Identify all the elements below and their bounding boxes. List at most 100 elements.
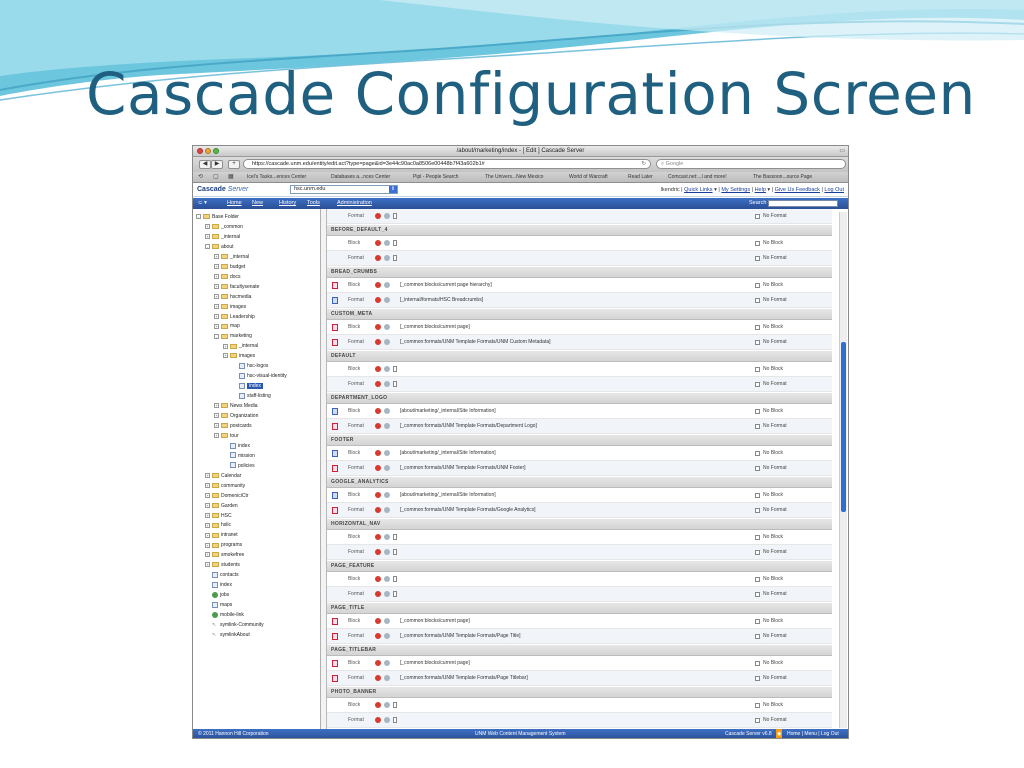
asset-path[interactable]: [about/marketing/_internal/Site Informat… — [400, 404, 496, 419]
no-format-checkbox[interactable] — [755, 382, 760, 387]
asset-path[interactable]: [_common:formats/UNM Template Formats/Go… — [400, 503, 536, 518]
browse-icon[interactable] — [384, 297, 390, 303]
remove-icon[interactable] — [375, 339, 381, 345]
tree-node[interactable]: + _internal — [205, 232, 240, 242]
empty-asset-icon[interactable] — [393, 213, 397, 219]
tree-node[interactable]: + smokefree — [205, 550, 244, 560]
browse-icon[interactable] — [384, 701, 390, 708]
collapse-icon[interactable]: - — [196, 214, 201, 220]
empty-asset-icon[interactable] — [393, 591, 397, 597]
remove-icon[interactable] — [375, 575, 381, 582]
empty-asset-icon[interactable] — [393, 255, 397, 261]
browse-icon[interactable] — [384, 281, 390, 288]
browse-icon[interactable] — [384, 575, 390, 582]
asset-path[interactable]: [_common:formats/UNM Template Formats/UN… — [400, 461, 526, 476]
asset-path[interactable]: [_common:formats/UNM Template Formats/UN… — [400, 335, 551, 350]
no-format-checkbox[interactable] — [755, 634, 760, 639]
expand-icon[interactable]: + — [205, 224, 210, 230]
remove-icon[interactable] — [375, 491, 381, 498]
asset-path[interactable]: [_internal/formats/HSC Breadcrumbs] — [400, 293, 483, 308]
browse-icon[interactable] — [384, 323, 390, 330]
empty-asset-icon[interactable] — [393, 381, 397, 387]
browse-icon[interactable] — [384, 213, 390, 219]
expand-icon[interactable]: + — [223, 353, 228, 359]
no-block-checkbox[interactable] — [755, 534, 760, 540]
tree-node[interactable]: - Base Folder — [196, 212, 239, 222]
asset-path[interactable]: [_common:blocks/current page] — [400, 614, 470, 629]
tree-node[interactable]: + _internal — [214, 252, 249, 262]
cms-search-input[interactable] — [768, 200, 838, 207]
remove-icon[interactable] — [375, 449, 381, 456]
remove-icon[interactable] — [375, 323, 381, 330]
browse-icon[interactable] — [384, 617, 390, 624]
bookmark-link[interactable]: Comcast.net:...l and more! — [668, 172, 727, 182]
tree-node[interactable]: + images — [214, 302, 246, 312]
expand-icon[interactable]: + — [205, 234, 210, 240]
content-scrollbar[interactable] — [839, 212, 847, 728]
browse-icon[interactable] — [384, 449, 390, 456]
remove-icon[interactable] — [375, 633, 381, 639]
no-block-checkbox[interactable] — [755, 324, 760, 330]
expand-icon[interactable]: + — [205, 482, 210, 488]
bookmark-link[interactable]: World of Warcraft — [569, 172, 608, 182]
bookmark-link[interactable]: Pipl - People Search — [413, 172, 459, 182]
no-block-checkbox[interactable] — [755, 492, 760, 498]
remove-icon[interactable] — [375, 591, 381, 597]
tree-node[interactable]: hsc-logos — [232, 361, 268, 371]
expand-icon[interactable]: + — [205, 472, 210, 478]
tree-node[interactable]: index — [223, 441, 250, 451]
expand-icon[interactable]: + — [214, 413, 219, 419]
my-settings-link[interactable]: My Settings — [721, 187, 750, 193]
remove-icon[interactable] — [375, 239, 381, 246]
tree-node[interactable]: + budget — [214, 262, 245, 272]
bookmark-link[interactable]: The Bassoon...ource Page — [753, 172, 812, 182]
expand-icon[interactable]: + — [214, 433, 219, 439]
browse-icon[interactable] — [384, 339, 390, 345]
quick-links-link[interactable]: Quick Links — [684, 187, 712, 193]
logout-link[interactable]: Log Out — [824, 187, 844, 193]
browse-icon[interactable] — [384, 465, 390, 471]
bookmark-link[interactable]: Icel's Tasks...ences Center — [247, 172, 306, 182]
help-link[interactable]: Help — [755, 187, 766, 193]
expand-icon[interactable]: + — [205, 502, 210, 508]
empty-asset-icon[interactable] — [393, 549, 397, 555]
tree-node[interactable]: + programs — [205, 540, 242, 550]
expand-icon[interactable]: + — [214, 273, 219, 279]
expand-icon[interactable]: + — [214, 323, 219, 329]
tree-node[interactable]: + images — [223, 351, 255, 361]
empty-asset-icon[interactable] — [393, 365, 397, 372]
remove-icon[interactable] — [375, 297, 381, 303]
remove-icon[interactable] — [375, 659, 381, 666]
footer-links[interactable]: Home | Menu | Log Out — [787, 729, 839, 738]
browse-icon[interactable] — [384, 675, 390, 681]
resize-icon[interactable]: ▭ — [839, 147, 845, 154]
browse-icon[interactable] — [384, 407, 390, 414]
browse-icon[interactable] — [384, 491, 390, 498]
forward-button[interactable]: ▶ — [211, 160, 223, 169]
no-format-checkbox[interactable] — [755, 256, 760, 261]
no-format-checkbox[interactable] — [755, 214, 760, 219]
tree-node[interactable]: + _common — [205, 222, 243, 232]
tree-node[interactable]: ↖ symlinkAbout — [205, 630, 250, 640]
browse-icon[interactable] — [384, 533, 390, 540]
remove-icon[interactable] — [375, 407, 381, 414]
remove-icon[interactable] — [375, 717, 381, 723]
tree-node[interactable]: + Organization — [214, 411, 258, 421]
browse-icon[interactable] — [384, 717, 390, 723]
asset-path[interactable]: [_common:formats/UNM Template Formats/Pa… — [400, 629, 521, 644]
no-block-checkbox[interactable] — [755, 702, 760, 708]
no-block-checkbox[interactable] — [755, 366, 760, 372]
remove-icon[interactable] — [375, 255, 381, 261]
asset-path[interactable]: [about/marketing/_internal/Site Informat… — [400, 446, 496, 461]
no-format-checkbox[interactable] — [755, 718, 760, 723]
expand-icon[interactable]: + — [205, 552, 210, 558]
expand-icon[interactable]: + — [214, 253, 219, 259]
add-bookmark-button[interactable]: + — [228, 160, 240, 169]
expand-icon[interactable]: + — [223, 343, 228, 349]
asset-path[interactable]: [_common:blocks/current page] — [400, 656, 470, 671]
tree-node[interactable]: + HSC — [205, 511, 232, 521]
bookmark-link[interactable]: The Univers...New Mexico — [485, 172, 543, 182]
remove-icon[interactable] — [375, 507, 381, 513]
tree-node[interactable]: staff-listing — [232, 391, 271, 401]
asset-path[interactable]: [about/marketing/_internal/Site Informat… — [400, 488, 496, 503]
